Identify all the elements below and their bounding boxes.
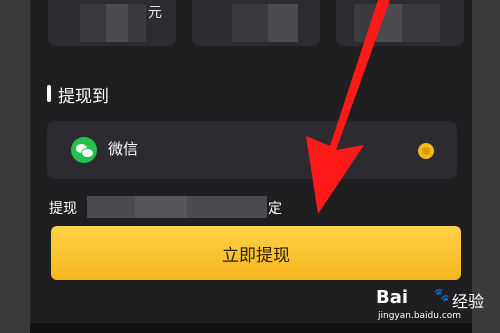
withdraw-now-button[interactable]: 立即提现: [51, 226, 461, 280]
amount-option-unit: 元: [148, 5, 162, 21]
withdraw-note-start: 提现: [49, 201, 77, 217]
watermark-brand: Bai: [376, 287, 409, 308]
wechat-icon: [71, 137, 97, 163]
watermark-url: jingyan.baidu.com: [378, 311, 462, 321]
redacted-text: [135, 196, 187, 218]
section-title-marker: [47, 85, 51, 102]
amount-option-card[interactable]: [336, 0, 464, 46]
section-title: 提现到: [58, 87, 109, 107]
withdraw-note: 提现 定: [49, 196, 309, 218]
withdraw-note-end: 定: [268, 201, 282, 217]
watermark: Bai 🐾 经验 jingyan.baidu.com: [376, 287, 496, 329]
payment-method-radio[interactable]: [419, 144, 433, 158]
payment-method-wechat[interactable]: 微信: [47, 121, 457, 179]
amount-option-card[interactable]: [192, 0, 320, 46]
watermark-brand-suffix: 经验: [452, 292, 485, 311]
payment-method-label: 微信: [108, 140, 139, 158]
amount-option-card[interactable]: 元: [48, 0, 176, 46]
paw-icon: 🐾: [433, 288, 451, 303]
